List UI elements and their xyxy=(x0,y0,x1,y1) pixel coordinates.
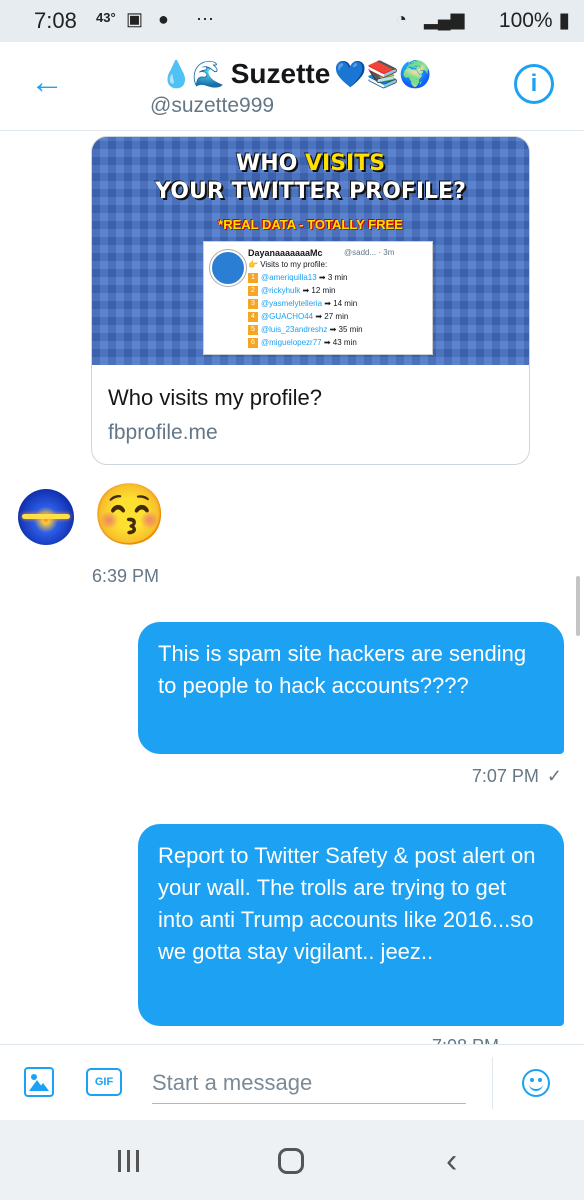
received-emoji-message[interactable]: 😚 xyxy=(92,480,167,550)
sent-timestamp-2: 7:08 PM xyxy=(432,1032,562,1044)
scrollbar[interactable] xyxy=(576,576,580,636)
status-temperature: 43° xyxy=(96,10,116,25)
status-time: 7:08 xyxy=(34,8,77,33)
conversation-title: 💧🌊 Suzette 💙📚🌍 xyxy=(160,54,437,94)
received-timestamp: 6:39 PM xyxy=(92,566,160,586)
more-notifications-icon: ⋯ xyxy=(196,9,214,29)
embedded-tweet: DayanaaaaaaaMc @sadd... · 3m 👉 Visits to… xyxy=(203,241,433,355)
notification-icon: ● xyxy=(158,9,169,29)
card-image-tagline: *REAL DATA - TOTALLY FREE xyxy=(218,217,403,232)
display-name: Suzette xyxy=(230,58,331,89)
name-emojis-after: 💙📚🌍 xyxy=(334,58,432,89)
battery-indicator: 100% ▮ xyxy=(498,9,570,32)
conversation-header: ← 💧🌊 Suzette 💙📚🌍 @suzette999 i xyxy=(0,42,584,131)
visit-row: 3 @yasmelytelleria ➡ 14 min xyxy=(248,297,363,310)
embedded-avatar xyxy=(210,250,246,286)
card-image: WHO VISITS YOUR TWITTER PROFILE? *REAL D… xyxy=(92,137,529,365)
embedded-meta: @sadd... · 3m xyxy=(344,248,395,257)
visit-row: 6 @miguelopezr77 ➡ 43 min xyxy=(248,336,363,349)
card-image-heading: WHO VISITS xyxy=(235,151,386,176)
message-input[interactable] xyxy=(152,1063,466,1104)
name-emojis-before: 💧🌊 xyxy=(160,58,225,89)
home-icon[interactable] xyxy=(278,1148,304,1174)
recent-apps-icon[interactable] xyxy=(116,1150,142,1172)
system-nav-bar: ‹ xyxy=(0,1120,584,1200)
wifi-icon: ◔ xyxy=(396,9,407,29)
user-handle: @suzette999 xyxy=(150,94,275,117)
embedded-username: DayanaaaaaaaMc xyxy=(248,248,323,258)
status-bar: 7:08 43° ▣ ● ⋯ ◔ ▂▄▆ 100% ▮ xyxy=(0,0,584,42)
image-attach-icon[interactable] xyxy=(24,1067,54,1097)
visit-row: 2 @rickyhulk ➡ 12 min xyxy=(248,284,363,297)
visit-row: 4 @GUACHO44 ➡ 27 min xyxy=(248,310,363,323)
sender-avatar[interactable] xyxy=(18,489,74,545)
embedded-visits-label: 👉 Visits to my profile: xyxy=(248,260,328,269)
visit-row: 1 @ameriquilla13 ➡ 3 min xyxy=(248,271,363,284)
sent-message-bubble[interactable]: This is spam site hackers are sending to… xyxy=(138,622,564,754)
gif-button[interactable]: GIF xyxy=(86,1068,122,1096)
sent-check-icon: ✓ xyxy=(546,766,562,786)
link-preview-card[interactable]: WHO VISITS YOUR TWITTER PROFILE? *REAL D… xyxy=(91,136,530,465)
sent-timestamp: 7:07 PM ✓ xyxy=(471,766,562,786)
card-title: Who visits my profile? xyxy=(108,385,322,410)
emoji-picker-icon[interactable] xyxy=(522,1069,550,1097)
signal-icon: ▂▄▆ xyxy=(424,9,465,29)
back-arrow-icon[interactable]: ← xyxy=(30,62,70,102)
battery-percent: 100% xyxy=(498,9,553,32)
gallery-icon: ▣ xyxy=(126,9,144,29)
visit-row: 5 @luis_23andreshz ➡ 35 min xyxy=(248,323,363,336)
embedded-visit-list: 1 @ameriquilla13 ➡ 3 min 2 @rickyhulk ➡ 12… xyxy=(248,271,363,349)
sent-message-bubble-2[interactable]: Report to Twitter Safety & post alert on… xyxy=(138,824,564,1026)
compose-divider xyxy=(492,1057,493,1109)
info-icon[interactable]: i xyxy=(514,64,554,104)
card-image-heading-2: YOUR TWITTER PROFILE? xyxy=(155,179,466,204)
card-domain: fbprofile.me xyxy=(108,421,218,444)
compose-bar: GIF xyxy=(0,1044,584,1121)
nav-back-icon[interactable]: ‹ xyxy=(446,1144,464,1178)
